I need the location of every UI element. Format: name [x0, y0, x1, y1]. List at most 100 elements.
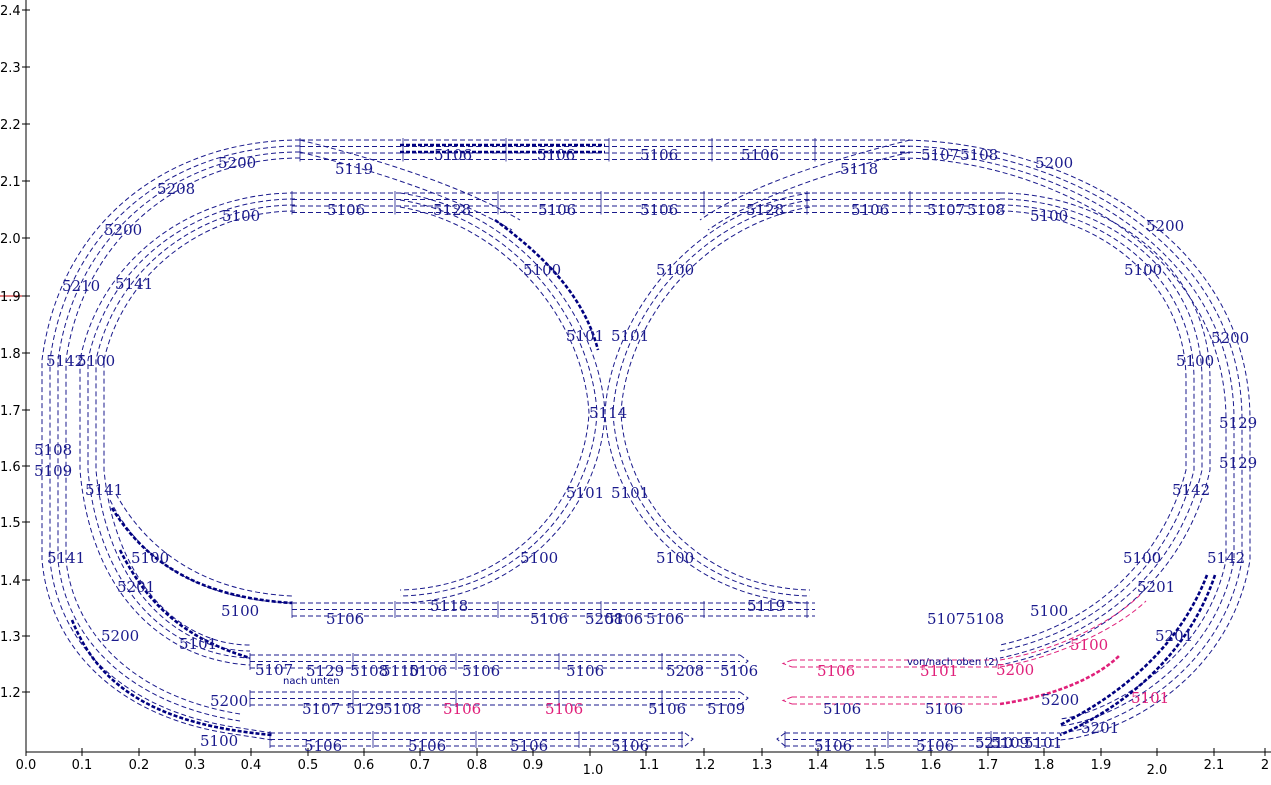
x-tick-label: 0.1 [72, 758, 93, 773]
part-number-label: 5201 [117, 578, 155, 596]
part-number-label: 5100 [221, 602, 259, 620]
part-number-label: 5100 [131, 549, 169, 567]
x-tick-label: 0.3 [185, 758, 206, 773]
x-tick-label: 0.9 [523, 758, 544, 773]
part-number-label: 5200 [1146, 217, 1184, 235]
part-number-label: 5100 [1124, 261, 1162, 279]
part-number-label: 5100 [1070, 636, 1108, 654]
x-tick-label: 1.7 [978, 758, 999, 773]
x-tick-label: 1.2 [695, 758, 716, 773]
y-tick-label: 1.8 [0, 347, 21, 362]
x-tick-label: 0.2 [129, 758, 150, 773]
part-number-label: 5106 [326, 610, 364, 628]
part-number-label: 5106 [916, 737, 954, 755]
part-number-label: 5106 [538, 201, 576, 219]
y-tick-label: 2.4 [0, 4, 21, 19]
part-number-label: 5108 [383, 700, 421, 718]
part-number-label: 5106 [851, 201, 889, 219]
part-number-label: 5100 [520, 549, 558, 567]
arrow-end [684, 732, 694, 747]
x-tick-label: 0.8 [467, 758, 488, 773]
note-down: nach unten [283, 676, 340, 687]
x-tick-label: 1.9 [1091, 758, 1112, 773]
part-number-label: 5200 [104, 221, 142, 239]
part-number-label: 5106 [510, 737, 548, 755]
pink-arc-2 [999, 600, 1147, 668]
x-tick-label: 0.5 [298, 758, 319, 773]
part-number-label: 5100 [656, 549, 694, 567]
part-number-label: 5106 [443, 700, 481, 718]
part-number-label: 5100 [1123, 549, 1161, 567]
center-right-loop-2 [612, 199, 811, 597]
part-number-label: 5141 [47, 549, 85, 567]
part-number-label: 5101 [1024, 734, 1062, 752]
part-number-label: 5106 [409, 662, 447, 680]
part-number-label: 5106 [640, 146, 678, 164]
part-number-label: 5106 [462, 662, 500, 680]
x-tick-label: 1.8 [1034, 758, 1055, 773]
x-tick-label: 1.3 [752, 758, 773, 773]
y-tick-label: 1.2 [0, 686, 21, 701]
center-left-loop-2 [399, 199, 598, 597]
part-number-label: 5108 [960, 146, 998, 164]
part-number-label: 5100 [523, 261, 561, 279]
part-number-label: 5106 [814, 737, 852, 755]
part-labels: 5106 5106 5106 5106 5107 5108 52005119 51185208… [34, 146, 1257, 755]
y-tick-label: 2.3 [0, 61, 21, 76]
pink-arrow-2 [781, 696, 793, 705]
part-number-label: 5128 [433, 201, 471, 219]
part-number-label: 5107 [921, 146, 959, 164]
part-number-label: 5106 [327, 201, 365, 219]
part-number-label: 5129 [1219, 454, 1257, 472]
part-number-label: 5200 [996, 661, 1034, 679]
part-number-label: 5106 [530, 610, 568, 628]
part-number-label: 5118 [840, 160, 878, 178]
part-number-label: 5108 [966, 610, 1004, 628]
part-number-label: 5129 [1219, 414, 1257, 432]
part-number-label: 5201 [1155, 627, 1193, 645]
track-plan [41, 138, 1251, 748]
right-middle-arc-1 [999, 192, 1211, 666]
x-tick-label: 0.0 [16, 758, 37, 773]
part-number-label: 5208 [157, 180, 195, 198]
part-number-label: 5200 [1211, 329, 1249, 347]
y-tick-label: 1.4 [0, 574, 21, 589]
part-number-label: 5109 [707, 700, 745, 718]
y-tick-label: 2.2 [0, 118, 21, 133]
part-number-label: 5208 [666, 662, 704, 680]
part-number-label: 5106 [741, 146, 779, 164]
part-number-label: 5106 [408, 737, 446, 755]
center-right-loop-3 [620, 206, 811, 591]
x-tick-label: 1.5 [865, 758, 886, 773]
part-number-label: 5101 [611, 484, 649, 502]
part-number-label: 5101 [611, 327, 649, 345]
part-number-label: 5106 [640, 201, 678, 219]
part-number-label: 5101 [566, 327, 604, 345]
part-number-label: 5142 [1172, 481, 1210, 499]
part-number-label: 5106 [537, 146, 575, 164]
part-number-label: 5128 [746, 201, 784, 219]
x-tick-label: 1.0 [583, 763, 604, 778]
x-tick-label: 0.4 [241, 758, 262, 773]
part-number-label: 5101 [566, 484, 604, 502]
left-middle-arc-1 [79, 192, 296, 666]
part-number-label: 5100 [1176, 352, 1214, 370]
part-number-label: 5106 [646, 610, 684, 628]
part-number-label: 5100 [200, 732, 238, 750]
part-number-label: 5108 [967, 201, 1005, 219]
part-number-label: 5100 [77, 352, 115, 370]
x-tick-label: 0.6 [354, 758, 375, 773]
part-number-label: 5114 [589, 404, 627, 422]
part-number-label: 5106 [304, 737, 342, 755]
part-number-label: 5141 [115, 275, 153, 293]
part-number-label: 5200 [1035, 154, 1073, 172]
y-tick-label: 1.9 [0, 290, 21, 305]
part-number-label: 5100 [1030, 207, 1068, 225]
part-number-label: 5101 [1131, 689, 1169, 707]
part-number-label: 5106 [925, 700, 963, 718]
note-updown: von/nach oben (2) [907, 657, 999, 668]
part-number-label: 5142 [1207, 549, 1245, 567]
y-tick-label: 2.0 [0, 232, 21, 247]
part-number-label: 5200 [218, 154, 256, 172]
part-number-label: 5129 [346, 700, 384, 718]
